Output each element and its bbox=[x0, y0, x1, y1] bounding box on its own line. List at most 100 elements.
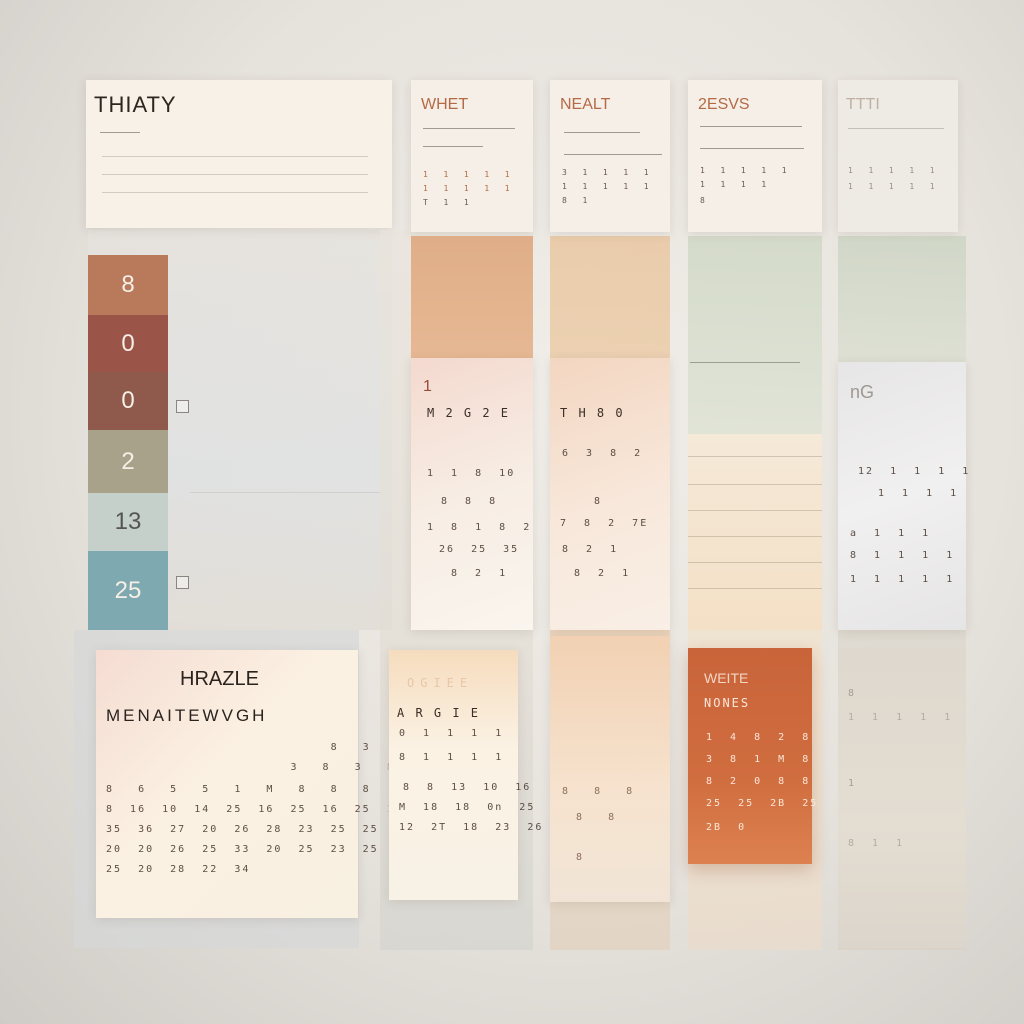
gray-card-row: 12 1 1 1 1 bbox=[858, 466, 971, 477]
agrid-row: 0 1 1 1 1 bbox=[399, 728, 504, 739]
orange-card-row: 8 2 0 8 8 bbox=[706, 776, 811, 787]
agrid-row: 8 8 13 10 16 bbox=[403, 782, 532, 793]
col2-rule bbox=[564, 154, 662, 155]
swatch-label: 2 bbox=[121, 447, 135, 475]
big-calendar-card: HRAZLE MENAITEWVGH 8 3 8 3 8 3 8 8 6 5 5… bbox=[96, 650, 409, 918]
checkbox[interactable] bbox=[176, 576, 189, 589]
col2-dots: 8 1 bbox=[562, 196, 590, 205]
swatch-label: 0 bbox=[121, 387, 135, 414]
swatch-5[interactable]: 13 bbox=[88, 493, 168, 551]
swatch-label: 13 bbox=[114, 508, 142, 535]
agrid-calendar-card: OGIEE A R G I E 0 1 1 1 1 8 1 1 1 1 8 8 … bbox=[389, 650, 541, 900]
col4-lower-row: 8 1 1 bbox=[848, 838, 905, 849]
col3-rule bbox=[700, 126, 802, 127]
gray-card-row: 1 1 1 1 1 bbox=[850, 574, 955, 585]
calendar-week-row: 8 3 8 bbox=[106, 742, 403, 753]
col1-dots: T 1 1 bbox=[423, 198, 471, 207]
col1-title: WHET bbox=[421, 96, 469, 113]
gray-card-row: a 1 1 1 bbox=[850, 528, 931, 539]
col1-dots: 1 1 1 1 1 bbox=[423, 170, 512, 179]
swatch-4[interactable]: 2 bbox=[88, 430, 168, 493]
swatch-column: 8 0 0 2 13 25 bbox=[88, 255, 168, 630]
swatch-2[interactable]: 0 bbox=[88, 315, 168, 372]
orange-card-row: 1 4 8 2 8 bbox=[706, 732, 811, 743]
big-calendar-weekdays: MENAITEWVGH bbox=[106, 706, 268, 725]
col4-dots: 1 1 1 1 1 bbox=[848, 166, 937, 175]
col1-mark: 1 bbox=[423, 378, 432, 395]
col2-calendar-card: T H 8 0 6 3 8 2 8 7 8 2 7E 8 2 1 8 2 1 bbox=[550, 358, 670, 630]
orange-card-title: WEITE bbox=[704, 670, 749, 686]
col1-row: 1 1 8 10 bbox=[427, 468, 516, 479]
col2-lower-row: 8 8 8 bbox=[562, 786, 635, 797]
lined-row bbox=[688, 562, 822, 563]
orange-card-subtitle: NONES bbox=[704, 696, 751, 710]
col2-lower-row: 8 bbox=[576, 852, 585, 863]
ruled-line bbox=[102, 192, 368, 193]
calendar-week-row: 20 20 26 25 33 20 25 23 25 23 bbox=[106, 844, 411, 855]
lined-row bbox=[688, 484, 822, 485]
col4-header-card: TTTI 1 1 1 1 1 1 1 1 1 1 bbox=[838, 80, 958, 232]
col4-lower-row: 1 bbox=[848, 778, 857, 789]
ruled-line bbox=[102, 174, 368, 175]
agrid-row: 12 2T 18 23 26 bbox=[399, 822, 544, 833]
calendar-week-row: 25 20 28 22 34 bbox=[106, 864, 251, 875]
col3-dots: 1 1 1 1 bbox=[700, 180, 769, 189]
title-underline bbox=[100, 132, 140, 133]
col1-dots: 1 1 1 1 1 bbox=[423, 184, 512, 193]
col1-rule bbox=[423, 128, 515, 129]
calendar-week-row: 8 16 10 14 25 16 25 16 25 10 bbox=[106, 804, 403, 815]
col4-lower-row: 8 bbox=[848, 688, 857, 699]
ruled-line bbox=[102, 156, 368, 157]
gray-card-row: 8 1 1 1 1 bbox=[850, 550, 955, 561]
main-card-title: THIATY bbox=[94, 92, 177, 117]
checkbox[interactable] bbox=[176, 400, 189, 413]
swatch-label: 8 bbox=[121, 271, 135, 298]
col4-lower-row: 1 1 1 1 1 bbox=[848, 712, 953, 723]
col1-rule bbox=[423, 146, 483, 147]
agrid-row: M 18 18 0n 25 bbox=[399, 802, 536, 813]
calendar-week-row: 8 6 5 5 1 M 8 8 8 8 bbox=[106, 784, 403, 795]
agrid-faint-header: OGIEE bbox=[407, 676, 474, 690]
lined-row bbox=[688, 456, 822, 457]
col1-header-card: WHET 1 1 1 1 1 1 1 1 1 1 T 1 1 bbox=[411, 80, 533, 232]
big-calendar-title: HRAZLE bbox=[180, 668, 259, 690]
col2-title: NEALT bbox=[560, 96, 611, 113]
orange-card-row: 2B 0 bbox=[706, 822, 747, 833]
col4-rule bbox=[848, 128, 944, 129]
agrid-row: 8 1 1 1 1 bbox=[399, 752, 504, 763]
col2-row: 7 8 2 7E bbox=[560, 518, 649, 529]
col4-dots: 1 1 1 1 1 bbox=[848, 182, 937, 191]
col2-rule bbox=[564, 132, 640, 133]
swatch-6[interactable]: 25 bbox=[88, 551, 168, 630]
col2-row: 8 bbox=[594, 496, 603, 507]
swatch-3[interactable]: 0 bbox=[88, 372, 168, 430]
col2-lower-card: 8 8 8 8 8 8 bbox=[550, 636, 670, 902]
orange-card-row: 25 25 2B 25 bbox=[706, 798, 819, 809]
col4-lower-card: 8 1 1 1 1 1 1 8 1 1 bbox=[838, 648, 966, 948]
col1-calendar-card: 1 M 2 G 2 E 1 1 8 10 8 8 8 1 8 1 8 2 26 … bbox=[411, 358, 533, 630]
orange-card-row: 3 8 1 M 8 bbox=[706, 754, 811, 765]
col1-row: 8 2 1 bbox=[451, 568, 508, 579]
gray-card-title: nG bbox=[850, 382, 875, 402]
calendar-week-row: 35 36 27 20 26 28 23 25 25 20 bbox=[106, 824, 411, 835]
col3-header-card: 2ESVS 1 1 1 1 1 1 1 1 1 8 bbox=[688, 80, 822, 232]
col2-dots: 3 1 1 1 1 bbox=[562, 168, 651, 177]
col4-title: TTTI bbox=[846, 96, 880, 113]
gray-card-row: 1 1 1 1 bbox=[878, 488, 959, 499]
faint-line bbox=[190, 492, 380, 493]
col2-row: 8 2 1 bbox=[562, 544, 619, 555]
col2-weekdays: T H 8 0 bbox=[560, 406, 625, 420]
col1-row: 26 25 35 bbox=[439, 544, 520, 555]
col2-row: 6 3 8 2 bbox=[562, 448, 643, 459]
agrid-weekdays: A R G I E bbox=[397, 706, 481, 720]
col1-color-block bbox=[411, 236, 533, 358]
col3-title: 2ESVS bbox=[698, 96, 750, 113]
calendar-week-row: 3 8 3 8 bbox=[106, 762, 395, 773]
swatch-1[interactable]: 8 bbox=[88, 255, 168, 315]
swatch-label: 0 bbox=[121, 329, 135, 357]
col1-row: 1 8 1 8 2 bbox=[427, 522, 532, 533]
lined-row bbox=[688, 588, 822, 589]
col3-dots: 1 1 1 1 1 bbox=[700, 166, 789, 175]
col2-lower-row: 8 8 bbox=[576, 812, 617, 823]
col3-divider bbox=[690, 362, 800, 363]
